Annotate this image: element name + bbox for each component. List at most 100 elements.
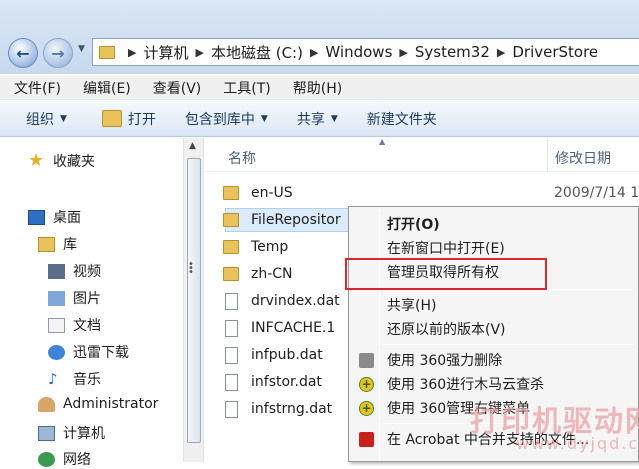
nav-label: 文档 [73, 318, 101, 334]
folder-icon [223, 186, 239, 200]
file-icon [225, 346, 238, 364]
folder-icon [99, 45, 115, 59]
share-button[interactable]: 共享 ▼ [279, 109, 349, 129]
nav-libraries[interactable]: 库 [38, 234, 77, 254]
nav-label: 迅雷下载 [73, 345, 129, 361]
highlight-box [345, 258, 547, 290]
organize-button[interactable]: 组织 ▼ [0, 109, 78, 129]
chevron-down-icon: ▼ [260, 113, 268, 124]
network-icon [38, 451, 55, 467]
document-icon [48, 317, 65, 333]
share-label: 共享 [296, 111, 325, 128]
nav-administrator[interactable]: Administrator [38, 396, 158, 412]
breadcrumb-system32[interactable]: System32 [415, 43, 490, 61]
acrobat-icon [359, 431, 374, 447]
file-name: drvindex.dat [251, 293, 340, 309]
address-bar-region: ← → ▼ ▶ 计算机 ▶ 本地磁盘 (C:) ▶ Windows ▶ Syst… [0, 0, 639, 74]
file-name: INFCACHE.1 [251, 320, 336, 336]
nav-label: 桌面 [53, 210, 81, 226]
menu-item-label: 还原以前的版本(V) [387, 322, 506, 338]
forward-button[interactable]: → [43, 38, 73, 68]
menu-view[interactable]: 查看(V) [139, 78, 210, 98]
menu-item-share[interactable]: 共享(H) [349, 293, 638, 317]
menu-file[interactable]: 文件(F) [0, 78, 69, 98]
nav-desktop[interactable]: 桌面 [28, 207, 81, 227]
music-note-icon: ♪ [48, 369, 58, 388]
nav-computer[interactable]: 计算机 [38, 423, 105, 443]
nav-favorites[interactable]: ★ 收藏夹 [28, 151, 95, 171]
file-name: infstrng.dat [251, 401, 333, 417]
back-button[interactable]: ← [8, 38, 38, 68]
folder-icon [223, 267, 239, 281]
breadcrumb-windows[interactable]: Windows [325, 43, 392, 61]
chevron-right-icon[interactable]: ▶ [195, 46, 203, 59]
menu-item-360-delete[interactable]: 使用 360强力删除 [349, 348, 638, 372]
menu-item-360-scan[interactable]: + 使用 360进行木马云查杀 [349, 372, 638, 396]
menu-bar: 文件(F) 编辑(E) 查看(V) 工具(T) 帮助(H) [0, 76, 639, 100]
nav-documents[interactable]: 文档 [48, 315, 101, 335]
nav-network[interactable]: 网络 [38, 449, 91, 469]
include-in-library-button[interactable]: 包含到库中 ▼ [167, 109, 279, 129]
arrow-right-icon: → [51, 43, 65, 63]
chevron-right-icon[interactable]: ▶ [128, 46, 136, 59]
new-folder-label: 新建文件夹 [366, 111, 437, 128]
nav-pane-scrollbar[interactable]: ▲ • • • [183, 138, 204, 462]
navigation-pane: ★ 收藏夹 桌面 库 视频 图片 文档 迅雷下载 ♪ 音乐 Administra… [0, 138, 183, 468]
scroll-up-icon[interactable]: ▲ [189, 141, 196, 151]
nav-pictures[interactable]: 图片 [48, 288, 101, 308]
menu-separator [383, 344, 633, 345]
breadcrumb-computer[interactable]: 计算机 [143, 42, 188, 63]
nav-label: 库 [63, 237, 77, 253]
column-divider[interactable] [547, 138, 548, 172]
menu-item-open-new-window[interactable]: 在新窗口中打开(E) [349, 236, 638, 260]
chevron-right-icon[interactable]: ▶ [497, 46, 505, 59]
file-row-selected[interactable]: FileRepositor [223, 208, 355, 232]
scrollbar-thumb[interactable] [187, 158, 201, 443]
chevron-down-icon: ▼ [60, 113, 67, 124]
desktop-icon [28, 209, 45, 225]
trash-icon [359, 352, 374, 368]
column-date-modified[interactable]: 修改日期 [555, 148, 611, 168]
file-row[interactable]: en-US 2009/7/14 1 [223, 181, 639, 205]
picture-icon [48, 290, 65, 306]
breadcrumb-local-disk[interactable]: 本地磁盘 (C:) [211, 42, 303, 63]
library-icon [38, 236, 55, 252]
nav-label: Administrator [63, 396, 159, 412]
file-name: zh-CN [251, 266, 293, 282]
menu-item-label: 使用 360进行木马云查杀 [387, 377, 545, 393]
column-name[interactable]: 名称 [228, 148, 256, 168]
shield-plus-icon: + [359, 376, 374, 392]
nav-label: 计算机 [63, 426, 105, 442]
nav-label: 音乐 [73, 372, 101, 388]
chevron-right-icon[interactable]: ▶ [310, 46, 318, 59]
organize-label: 组织 [26, 111, 54, 128]
menu-item-label: 在新窗口中打开(E) [387, 241, 505, 257]
menu-item-open[interactable]: 打开(O) [349, 212, 638, 236]
menu-item-label: 打开(O) [387, 217, 440, 233]
recent-pages-dropdown[interactable]: ▼ [78, 44, 85, 54]
address-field[interactable]: ▶ 计算机 ▶ 本地磁盘 (C:) ▶ Windows ▶ System32 ▶… [92, 38, 639, 66]
nav-label: 网络 [63, 452, 91, 468]
open-label: 打开 [127, 111, 156, 128]
file-name: Temp [251, 239, 289, 255]
sort-up-icon: ▲ [379, 137, 386, 146]
menu-edit[interactable]: 编辑(E) [69, 78, 139, 98]
chevron-right-icon[interactable]: ▶ [399, 46, 407, 59]
breadcrumb-driverstore[interactable]: DriverStore [512, 43, 598, 61]
menu-tools[interactable]: 工具(T) [209, 78, 278, 98]
folder-icon [223, 240, 239, 254]
file-icon [225, 373, 238, 391]
nav-thunder-downloads[interactable]: 迅雷下载 [48, 342, 129, 362]
menu-item-restore-previous[interactable]: 还原以前的版本(V) [349, 317, 638, 341]
open-button[interactable]: 打开 [78, 109, 167, 129]
arrow-left-icon: ← [16, 43, 30, 63]
nav-label: 收藏夹 [53, 154, 95, 170]
new-folder-button[interactable]: 新建文件夹 [349, 109, 448, 129]
file-icon [225, 319, 238, 337]
command-bar: 组织 ▼ 打开 包含到库中 ▼ 共享 ▼ 新建文件夹 [0, 101, 639, 137]
chevron-down-icon: ▼ [330, 113, 338, 124]
nav-videos[interactable]: 视频 [48, 261, 101, 281]
star-icon: ★ [28, 150, 45, 171]
menu-help[interactable]: 帮助(H) [279, 78, 350, 98]
nav-music[interactable]: ♪ 音乐 [48, 369, 101, 389]
